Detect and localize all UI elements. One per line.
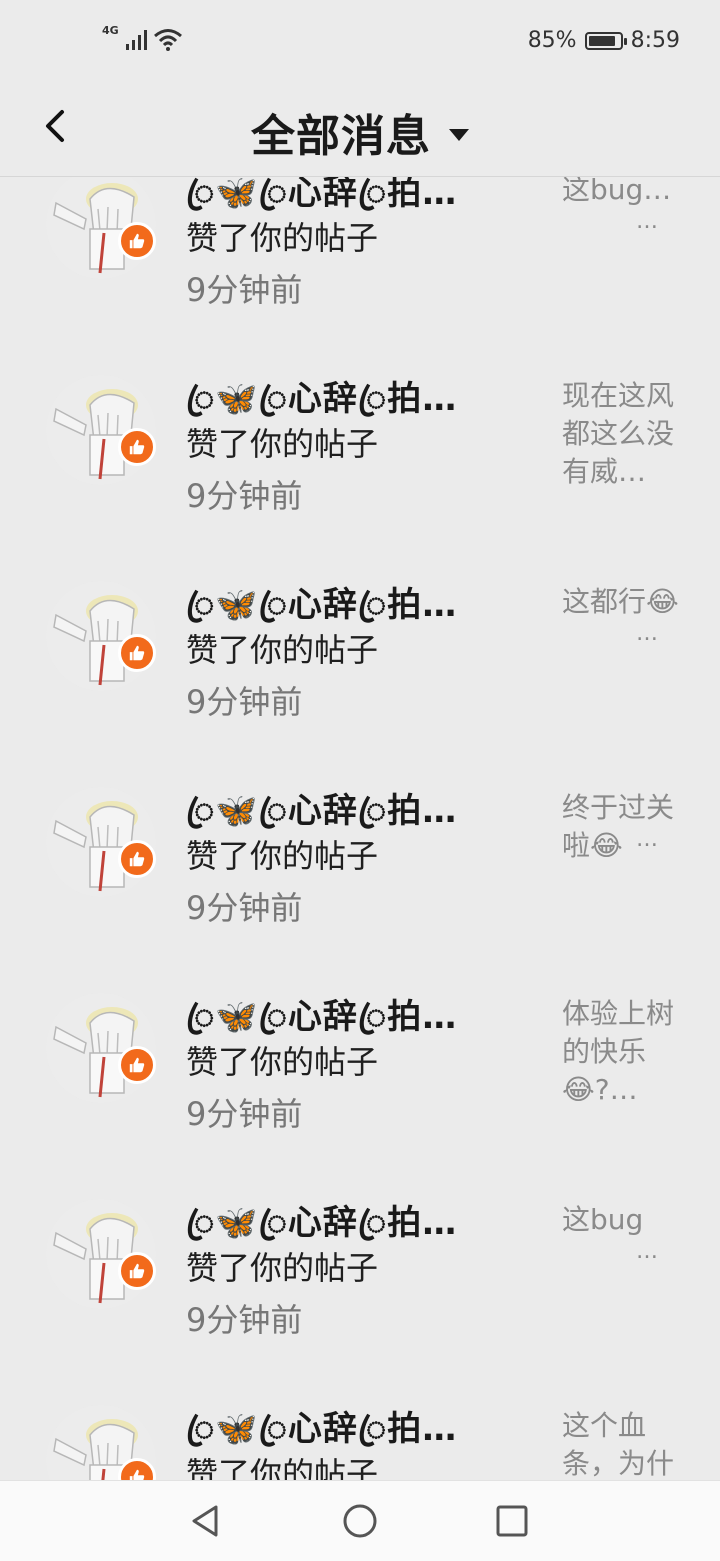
battery-percent: 85% [527, 28, 577, 53]
signal-icon [125, 30, 147, 50]
list-item[interactable]: ꦿ🦋ꦿ心辞ꦿ拍… 赞了你的帖子 9分钟前 现在这风都这么没有威… [0, 373, 720, 579]
status-bar: 4G 85% 8:59 [0, 0, 720, 86]
more-ellipsis: … [636, 827, 658, 852]
thumbs-up-icon [129, 233, 145, 249]
more-ellipsis: … [636, 621, 658, 646]
header: 全部消息 [0, 86, 720, 177]
timestamp: 9分钟前 [186, 1301, 303, 1339]
triangle-back-icon[interactable] [186, 1501, 226, 1541]
thumbs-up-icon [129, 851, 145, 867]
thumbs-up-icon [129, 1469, 145, 1480]
post-snippet[interactable]: 体验上树的快乐😂?… [562, 995, 682, 1109]
post-snippet[interactable]: 这都行😂 [562, 583, 682, 621]
like-badge [118, 1046, 156, 1084]
caret-down-icon [449, 129, 469, 141]
title-bar[interactable]: 全部消息 [0, 100, 720, 164]
list-item[interactable]: ꦿ🦋ꦿ心辞ꦿ拍… 赞了你的帖子 9分钟前 这bug… … [0, 177, 720, 373]
notification-action: 赞了你的帖子 [186, 631, 379, 669]
battery-icon [584, 31, 627, 50]
thumbs-up-icon [129, 1057, 145, 1073]
timestamp: 9分钟前 [186, 477, 303, 515]
timestamp: 9分钟前 [186, 683, 303, 721]
notification-action: 赞了你的帖子 [186, 1043, 379, 1081]
post-snippet[interactable]: 这bug… [562, 177, 682, 209]
list-item[interactable]: ꦿ🦋ꦿ心辞ꦿ拍… 赞了你的帖子 9分钟前 终于过关啦😂 … [0, 785, 720, 991]
list-item[interactable]: ꦿ🦋ꦿ心辞ꦿ拍… 赞了你的帖子 9分钟前 这都行😂 … [0, 579, 720, 785]
notification-action: 赞了你的帖子 [186, 219, 379, 257]
more-ellipsis: … [636, 1239, 658, 1264]
more-ellipsis: … [636, 209, 658, 234]
like-badge [118, 1252, 156, 1290]
list-item[interactable]: ꦿ🦋ꦿ心辞ꦿ拍… 赞了你的帖子 9分钟前 这bug … [0, 1197, 720, 1403]
post-snippet[interactable]: 现在这风都这么没有威… [562, 377, 682, 491]
notification-action: 赞了你的帖子 [186, 1249, 379, 1287]
circle-home-icon[interactable] [340, 1501, 380, 1541]
thumbs-up-icon [129, 439, 145, 455]
like-badge [118, 840, 156, 878]
list-item[interactable]: ꦿ🦋ꦿ心辞ꦿ拍… 赞了你的帖子 这个血条，为什么打到 [0, 1403, 720, 1480]
page-title: 全部消息 [251, 111, 431, 162]
like-badge [118, 634, 156, 672]
like-badge [118, 428, 156, 466]
status-left: 4G [102, 24, 183, 51]
message-list[interactable]: ꦿ🦋ꦿ心辞ꦿ拍… 赞了你的帖子 9分钟前 这bug… … ꦿ🦋ꦿ心辞ꦿ拍… 赞了… [0, 177, 720, 1480]
notification-action: 赞了你的帖子 [186, 837, 379, 875]
notification-action: 赞了你的帖子 [186, 1455, 379, 1480]
system-nav-bar [0, 1480, 720, 1561]
clock: 8:59 [630, 28, 680, 53]
timestamp: 9分钟前 [186, 1095, 303, 1133]
battery-fill [588, 35, 615, 46]
network-type: 4G [102, 24, 119, 37]
thumbs-up-icon [129, 1263, 145, 1279]
post-snippet[interactable]: 这bug [562, 1201, 682, 1239]
thumbs-up-icon [129, 645, 145, 661]
wifi-icon [153, 29, 182, 51]
square-recents-icon[interactable] [492, 1501, 532, 1541]
notification-action: 赞了你的帖子 [186, 425, 379, 463]
timestamp: 9分钟前 [186, 889, 303, 927]
like-badge [118, 222, 156, 260]
post-snippet[interactable]: 这个血条，为什么打到 [562, 1407, 682, 1480]
list-item[interactable]: ꦿ🦋ꦿ心辞ꦿ拍… 赞了你的帖子 9分钟前 体验上树的快乐😂?… [0, 991, 720, 1197]
post-snippet[interactable]: 终于过关啦😂 [562, 789, 682, 865]
timestamp: 9分钟前 [186, 271, 303, 309]
status-right: 85% 8:59 [528, 28, 680, 53]
